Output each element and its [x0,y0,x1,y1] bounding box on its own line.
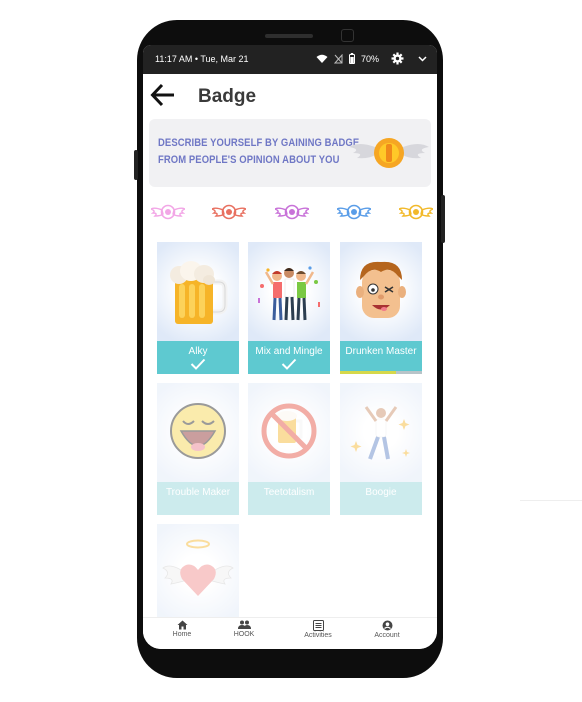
chevron-down-icon[interactable] [418,55,427,62]
people-icon [237,620,251,629]
list-icon [312,620,324,631]
badge-card-boogie[interactable]: Boogie [340,383,422,515]
front-camera [341,29,354,42]
winged-coin-icon [349,138,429,168]
nav-home[interactable]: Home [152,620,212,638]
badge-filter-red-icon[interactable] [212,201,246,225]
banner-line-1: DESCRIBE YOURSELF BY GAINING BADGE [158,137,360,149]
badge-label: Mix and Mingle [255,346,323,357]
badge-label: Boogie [365,487,397,498]
arrow-left-icon[interactable] [149,82,177,108]
intro-banner: DESCRIBE YOURSELF BY GAINING BADGE FROM … [149,119,431,187]
status-time: 11:17 AM • Tue, Mar 21 [155,54,249,64]
nav-label-home: Home [172,631,192,638]
badge-label-bar: Mix and Mingle [248,341,330,374]
checkmark-icon [281,358,297,370]
badge-label-bar: Alky [157,341,239,374]
angel-heart-icon [162,539,234,596]
battery-percent: 70% [360,53,379,64]
page-title: Badge [198,86,257,107]
battery-icon [348,53,355,64]
dancer-icon [350,406,410,460]
app-bar: Badge [143,74,437,118]
home-icon [177,620,187,630]
badge-card-angel-heart[interactable] [157,524,239,624]
account-icon [382,620,392,631]
badge-label-bar: Trouble Maker [157,482,239,515]
badge-label-bar: Drunken Master [340,341,422,374]
power-button [441,195,445,243]
badge-progress-bar [340,371,396,374]
badge-card-drunken-master[interactable]: Drunken Master [340,242,422,374]
phone-frame: 11:17 AM • Tue, Mar 21 70% Badge DESCRIB… [134,20,445,678]
badge-filter-yellow-icon[interactable] [399,201,433,225]
badge-card-teetotalism[interactable]: Teetotalism [248,383,330,515]
laughing-face-icon [170,403,226,459]
badge-filter-row [143,201,437,229]
nav-label-activities: Activities [304,632,332,639]
badge-filter-pink-icon[interactable] [151,201,185,225]
volume-button [134,150,138,180]
divider [520,500,582,501]
no-signal-icon [333,53,343,63]
badge-label-bar: Teetotalism [248,482,330,515]
badge-card-trouble-maker[interactable]: Trouble Maker [157,383,239,515]
settings-gear-icon[interactable] [391,52,404,65]
checkmark-icon [190,358,206,370]
banner-line-2: FROM PEOPLE'S OPINION ABOUT YOU [158,154,340,166]
status-bar: 11:17 AM • Tue, Mar 21 70% [143,45,437,74]
drunk-face-icon [356,261,406,318]
badge-label: Teetotalism [263,487,315,498]
badge-label: Alky [188,346,208,357]
badge-label-bar: Boogie [340,482,422,515]
badge-label: Trouble Maker [165,487,231,498]
speaker-grille [265,34,313,38]
nav-hook[interactable]: HOOK [214,620,274,638]
badge-filter-violet-icon[interactable] [275,201,309,225]
badge-card-mix-and-mingle[interactable]: Mix and Mingle [248,242,330,374]
nav-account[interactable]: Account [357,620,417,639]
badge-label: Drunken Master [345,346,417,357]
banner-text: DESCRIBE YOURSELF BY GAINING BADGE FROM … [158,135,359,169]
badge-card-alky[interactable]: Alky [157,242,239,374]
nav-label-hook: HOOK [233,631,255,638]
no-beer-icon [261,403,317,459]
status-icons: 70% [316,52,427,65]
badge-filter-blue-icon[interactable] [337,201,371,225]
app-screen: 11:17 AM • Tue, Mar 21 70% Badge DESCRIB… [143,45,437,649]
beer-mug-icon [170,261,228,324]
wifi-icon [316,54,328,63]
nav-label-account: Account [374,632,400,639]
party-friends-icon [258,266,320,321]
bottom-navigation: Home HOOK Activities Account [143,617,437,649]
nav-activities[interactable]: Activities [288,620,348,639]
